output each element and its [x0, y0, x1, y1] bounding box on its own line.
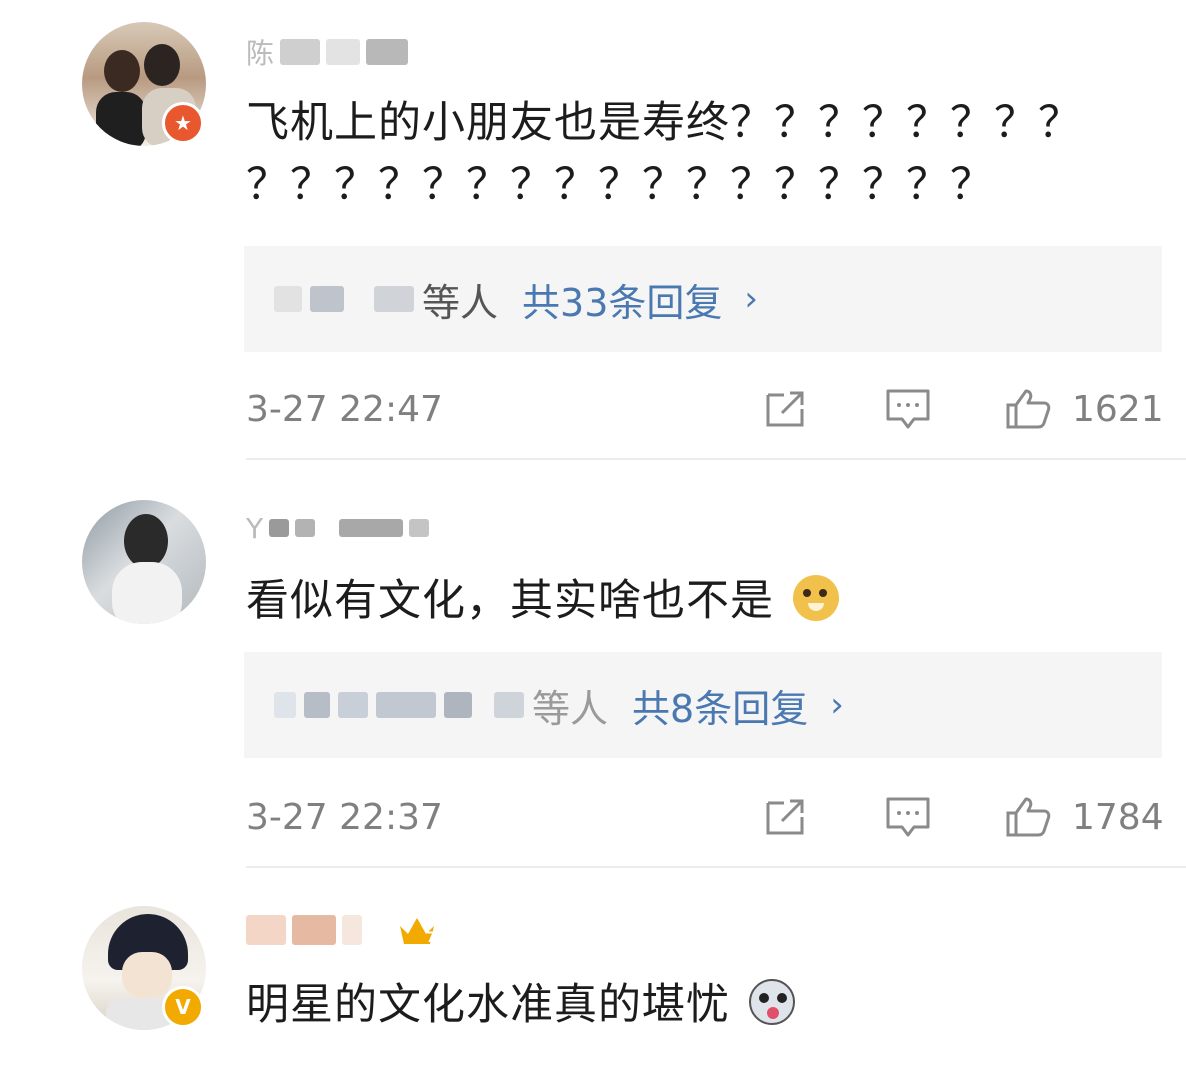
replies-who-label: 等人	[422, 280, 499, 325]
username-blurred	[274, 692, 296, 718]
timestamp: 3-27 22:47	[246, 388, 443, 430]
like-count: 1621	[1072, 388, 1164, 430]
username-text: 陈	[246, 37, 275, 70]
username[interactable]: Y	[246, 510, 430, 546]
username-blurred	[366, 39, 409, 65]
comment-text: 看似有文化，其实啥也不是	[246, 570, 1146, 632]
username[interactable]: 7	[246, 912, 436, 948]
username-blurred	[292, 915, 336, 945]
comment-meta: 3-27 22:37 1784	[246, 792, 1164, 842]
replies-users: 等人	[274, 272, 498, 327]
username-blurred	[246, 915, 286, 945]
username-blurred	[310, 286, 344, 312]
like-count: 1784	[1072, 796, 1164, 838]
comment-text-line: 看似有文化，其实啥也不是	[246, 576, 774, 626]
timestamp: 3-27 22:37	[246, 796, 443, 838]
username-blurred	[304, 692, 330, 718]
replies-count-link[interactable]: 共8条回复	[632, 678, 808, 733]
username-blurred	[295, 519, 316, 537]
shocked-emoji-icon	[748, 979, 795, 1025]
username-blurred	[444, 692, 472, 718]
chevron-right-icon: ›	[744, 279, 758, 319]
username-blurred	[409, 519, 430, 537]
username-text: Y	[246, 511, 264, 545]
username-blurred	[494, 692, 524, 718]
comment-text-line: 明星的文化水准真的堪忧	[246, 980, 730, 1030]
username-blurred	[339, 519, 404, 537]
thumbs-up-icon[interactable]	[1004, 387, 1052, 431]
replies-count-link[interactable]: 共33条回复	[522, 272, 722, 327]
comment-text-line: 飞机上的小朋友也是寿终？？？？？？？？	[246, 98, 1082, 148]
comment-icon[interactable]	[884, 795, 932, 839]
username-blurred	[280, 39, 321, 65]
divider	[246, 866, 1186, 868]
badge-star-icon: ★	[162, 102, 204, 144]
comment-actions: 1621	[762, 387, 1164, 431]
replies-box[interactable]: 等人 共8条回复 ›	[244, 652, 1162, 758]
username-blurred	[374, 286, 414, 312]
comment-actions: 1784	[762, 795, 1164, 839]
username-blurred	[274, 286, 302, 312]
verified-v-icon: V	[162, 986, 204, 1028]
replies-box[interactable]: 等人 共33条回复 ›	[244, 246, 1162, 352]
comment-item: ★ 陈 飞机上的小朋友也是寿终？？？？？？？？ ？？？？？？？？？？？？？？？？…	[0, 0, 1186, 460]
avatar[interactable]	[82, 500, 206, 624]
comment-item: V 7 明星的文化水准真的堪忧	[0, 870, 1186, 1091]
replies-users: 等人	[274, 678, 608, 733]
share-icon[interactable]	[762, 795, 810, 839]
comment-text: 明星的文化水准真的堪忧	[246, 974, 1146, 1036]
level-number: 7	[426, 930, 436, 946]
doge-emoji-icon	[792, 575, 839, 621]
username[interactable]: 陈	[246, 34, 409, 70]
chevron-right-icon: ›	[830, 685, 844, 725]
comment-text: 飞机上的小朋友也是寿终？？？？？？？？ ？？？？？？？？？？？？？？？？？	[246, 92, 1146, 216]
comment-text-line: ？？？？？？？？？？？？？？？？？	[246, 160, 994, 210]
comment-meta: 3-27 22:47 1621	[246, 384, 1164, 434]
username-blurred	[269, 519, 290, 537]
comment-icon[interactable]	[884, 387, 932, 431]
share-icon[interactable]	[762, 387, 810, 431]
username-blurred	[338, 692, 368, 718]
username-blurred	[342, 915, 362, 945]
crown-level-icon: 7	[398, 914, 436, 946]
comment-item: Y 看似有文化，其实啥也不是 等人 共8条回复 › 3-27 22:37 178…	[0, 460, 1186, 870]
thumbs-up-icon[interactable]	[1004, 795, 1052, 839]
username-blurred	[376, 692, 436, 718]
username-blurred	[326, 39, 361, 65]
replies-who-label: 等人	[532, 686, 609, 731]
